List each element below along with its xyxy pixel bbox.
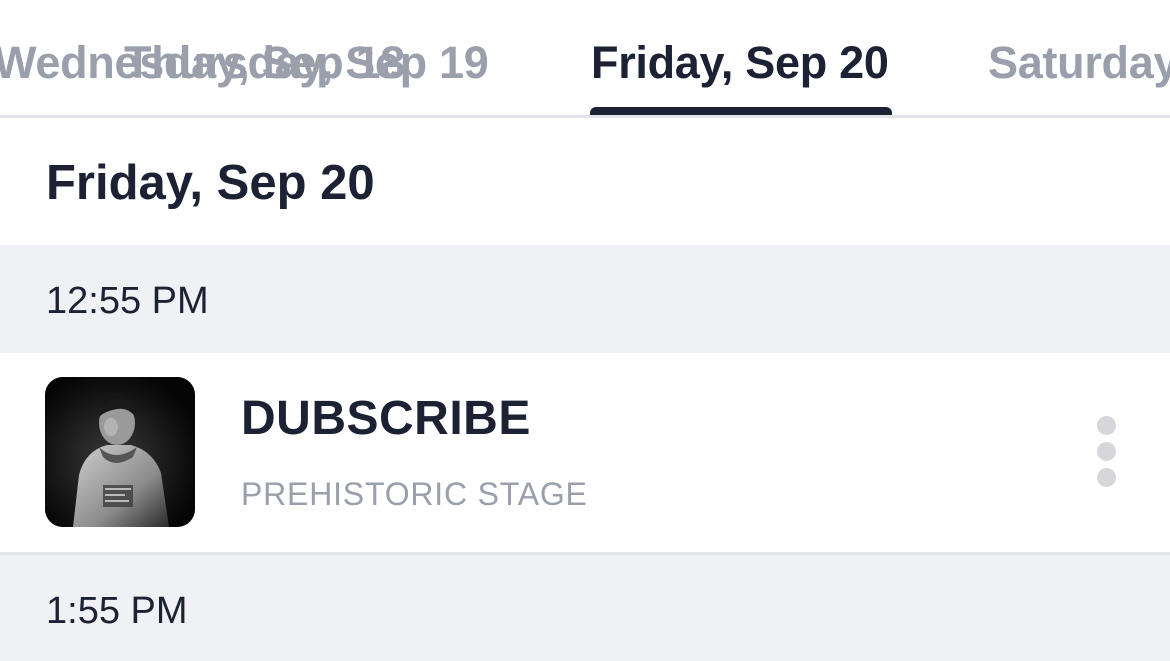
tab-label: Friday, Sep 20	[591, 37, 889, 88]
tab-friday[interactable]: Friday, Sep 20	[591, 40, 889, 86]
time-slot-header: 1:55 PM	[0, 552, 1170, 661]
tab-saturday[interactable]: Saturday, Sep 21	[988, 40, 1170, 86]
tab-thursday[interactable]: Thursday, Sep 19	[124, 40, 489, 86]
time-label: 12:55 PM	[46, 280, 209, 322]
more-vertical-icon-dot	[1097, 468, 1116, 487]
more-vertical-icon	[1097, 416, 1116, 435]
date-tab-bar: Wednesday, Sep 18 Thursday, Sep 19 Frida…	[0, 0, 1170, 118]
artist-stage: PREHISTORIC STAGE	[241, 476, 588, 512]
artist-name: DUBSCRIBE	[241, 392, 531, 445]
tab-label: Saturday, Sep 21	[988, 37, 1170, 88]
more-vertical-icon-dot	[1097, 442, 1116, 461]
day-heading: Friday, Sep 20	[46, 156, 375, 210]
artist-photo	[45, 377, 195, 527]
tab-label: Thursday, Sep 19	[124, 37, 489, 88]
schedule-screen: Wednesday, Sep 18 Thursday, Sep 19 Frida…	[0, 0, 1170, 661]
more-options-button[interactable]	[1086, 411, 1128, 491]
active-tab-indicator	[590, 107, 892, 115]
time-label: 1:55 PM	[46, 590, 188, 632]
artist-thumbnail	[45, 377, 195, 527]
artist-row[interactable]: DUBSCRIBE PREHISTORIC STAGE	[0, 353, 1170, 552]
time-slot-header: 12:55 PM	[0, 245, 1170, 353]
